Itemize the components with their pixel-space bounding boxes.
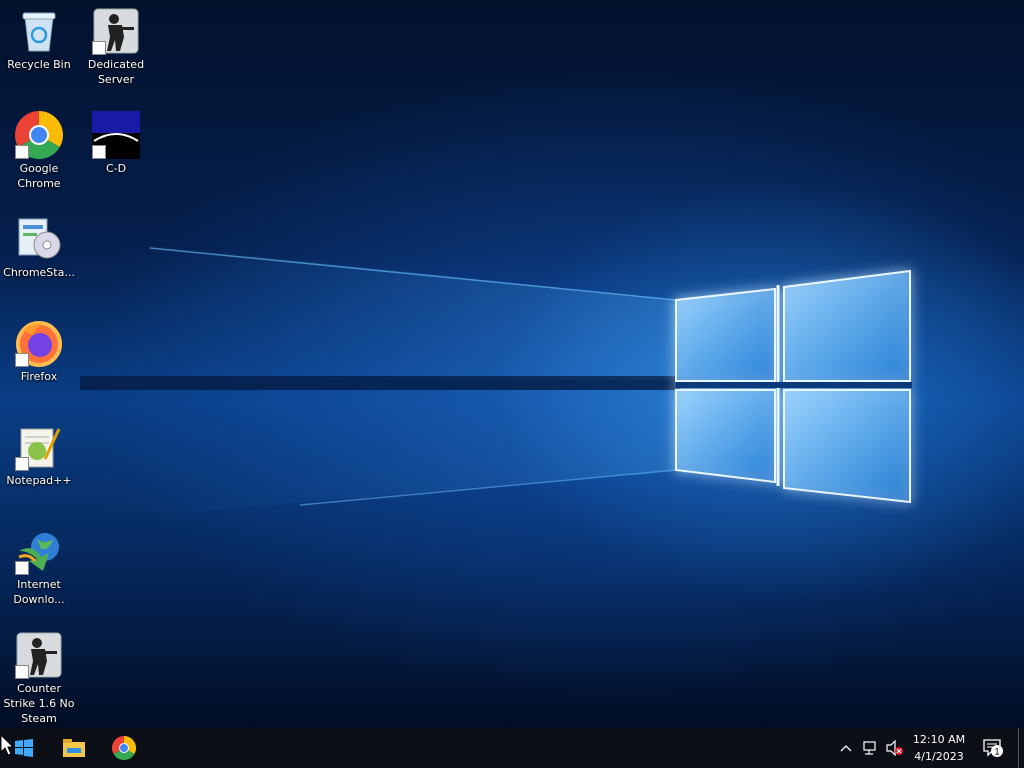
internet-download-label: Internet Downlo... <box>13 578 65 606</box>
internet-download-manager-icon[interactable]: Internet Downlo... <box>2 527 76 607</box>
network-button[interactable] <box>860 728 882 768</box>
clock-time: 12:10 AM <box>912 733 966 746</box>
google-chrome-icon[interactable]: Google Chrome <box>2 110 76 191</box>
action-center-button[interactable]: 1 <box>978 728 1008 768</box>
dedicated-server-icon[interactable]: Dedicated Server <box>79 7 153 87</box>
c-d-icon[interactable]: C-D <box>79 111 153 176</box>
volume-button[interactable] <box>884 728 906 768</box>
shortcut-arrow-icon <box>15 145 29 159</box>
firefox-logo-icon <box>15 319 63 367</box>
google-chrome-label: Google Chrome <box>17 162 61 190</box>
chrome-icon <box>112 736 136 760</box>
counter-strike-soldier-icon <box>92 7 140 55</box>
c-d-label: C-D <box>105 162 127 175</box>
shortcut-arrow-icon <box>15 457 29 471</box>
network-icon <box>863 741 876 755</box>
dedicated-server-label: Dedicated Server <box>87 58 145 86</box>
mouse-cursor-icon <box>0 734 14 756</box>
clock-date: 4/1/2023 <box>914 750 964 763</box>
notepadpp-logo-icon <box>15 423 63 471</box>
shortcut-arrow-icon <box>15 665 29 679</box>
counter-strike-soldier-icon <box>15 631 63 679</box>
firefox-icon[interactable]: Firefox <box>2 319 76 384</box>
counter-strike-label: Counter Strike 1.6 No Steam <box>3 682 75 725</box>
recycle-bin-icon[interactable]: Recycle Bin <box>2 7 76 72</box>
notification-icon: 1 <box>983 739 1003 757</box>
counter-strike-icon[interactable]: Counter Strike 1.6 No Steam <box>2 631 76 726</box>
volume-muted-icon <box>886 740 903 756</box>
chrome-logo-icon <box>14 110 64 160</box>
notepadpp-label: Notepad++ <box>6 474 72 487</box>
notepadpp-icon[interactable]: Notepad++ <box>2 423 76 488</box>
chevron-up-icon <box>840 745 852 752</box>
chromesta-icon[interactable]: ChromeSta... <box>2 215 76 280</box>
file-explorer-icon <box>63 739 85 757</box>
notification-count: 1 <box>994 747 999 757</box>
installer-disc-icon <box>15 215 63 263</box>
firefox-label: Firefox <box>20 370 58 383</box>
idm-globe-icon <box>15 527 63 575</box>
recycle-bin-label: Recycle Bin <box>7 58 71 71</box>
show-desktop-button[interactable] <box>1018 728 1024 768</box>
windows-logo-wallpaper <box>80 240 912 520</box>
chromesta-label: ChromeSta... <box>3 266 75 279</box>
show-hidden-icons-button[interactable] <box>836 728 856 768</box>
chrome-taskbar-button[interactable] <box>100 728 148 768</box>
shortcut-arrow-icon <box>92 41 106 55</box>
clock[interactable]: 12:10 AM 4/1/2023 <box>908 728 970 768</box>
taskbar[interactable]: 12:10 AM 4/1/2023 1 <box>0 728 1024 768</box>
shortcut-arrow-icon <box>15 353 29 367</box>
recycle-bin-graphic <box>15 7 63 55</box>
desktop[interactable]: Recycle Bin Dedicated Server Google Chro… <box>0 0 1024 728</box>
file-explorer-button[interactable] <box>50 728 98 768</box>
shortcut-arrow-icon <box>92 145 106 159</box>
c-d-graphic <box>92 111 140 159</box>
shortcut-arrow-icon <box>15 561 29 575</box>
windows-start-icon <box>15 739 33 757</box>
